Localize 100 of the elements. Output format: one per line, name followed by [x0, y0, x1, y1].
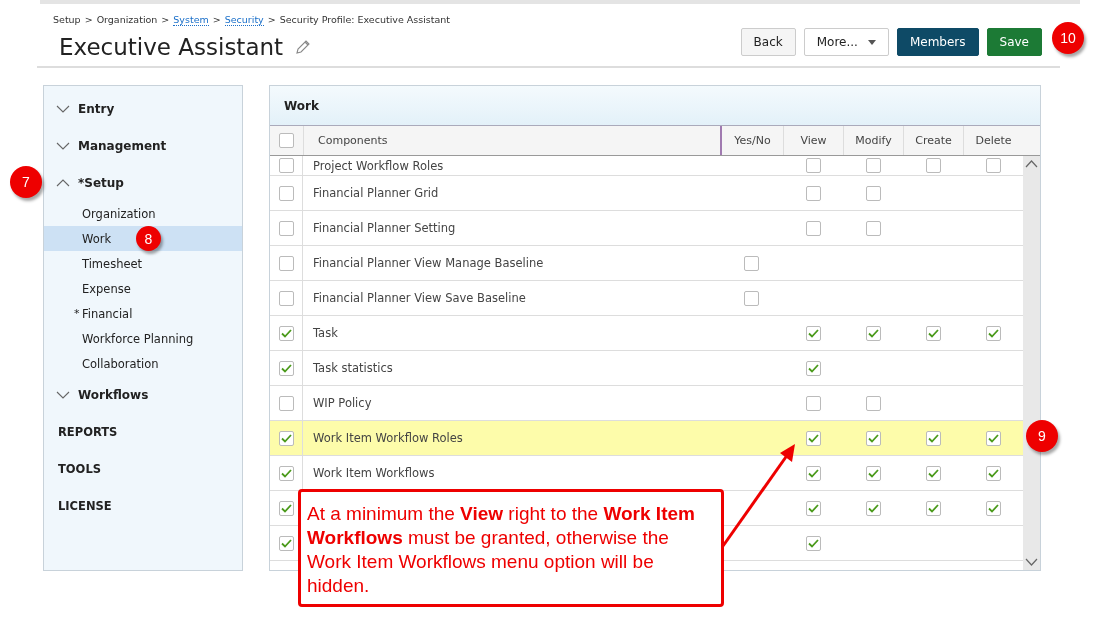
checkbox[interactable]: [985, 430, 1001, 446]
sidebar-item[interactable]: Work 8: [44, 226, 242, 251]
column-header: Create: [903, 126, 963, 155]
checkbox[interactable]: [865, 185, 881, 201]
checkbox[interactable]: [925, 430, 941, 446]
component-name: Work Item Workflows: [312, 465, 436, 482]
chevron-down-icon: [56, 104, 70, 113]
breadcrumb-separator: >: [161, 14, 170, 26]
checkbox[interactable]: [925, 325, 941, 341]
checkbox[interactable]: [805, 430, 821, 446]
checkbox[interactable]: [278, 325, 294, 341]
component-name: Financial Planner Setting: [312, 220, 457, 237]
checkbox[interactable]: [744, 255, 759, 271]
action-button[interactable]: Save: [986, 28, 1042, 56]
breadcrumb-text: Security Profile: Executive Assistant: [279, 14, 451, 26]
sidebar-group[interactable]: Management: [44, 127, 242, 164]
sidebar-item[interactable]: Timesheet: [44, 251, 242, 276]
checkbox[interactable]: [985, 500, 1001, 516]
step-badge: 10: [1052, 22, 1084, 54]
checkbox[interactable]: [865, 395, 881, 411]
breadcrumb-link[interactable]: System: [173, 14, 209, 26]
checkbox[interactable]: [805, 220, 821, 236]
chevron-down-icon: [56, 141, 70, 150]
checkbox[interactable]: [278, 290, 294, 306]
checkbox[interactable]: [278, 185, 294, 201]
component-name: Financial Planner View Save Baseline: [312, 290, 527, 307]
checkbox[interactable]: [805, 185, 821, 201]
checkbox[interactable]: [278, 535, 294, 551]
checkbox[interactable]: [278, 255, 294, 271]
component-name: Project Workflow Roles: [312, 157, 445, 175]
checkbox[interactable]: [865, 158, 881, 173]
pencil-icon[interactable]: [295, 39, 312, 55]
checkbox[interactable]: [985, 325, 1001, 341]
checkbox[interactable]: [805, 360, 821, 376]
component-name: Financial Planner Grid: [312, 185, 440, 202]
component-name: WIP Policy: [312, 395, 373, 412]
sidebar-group[interactable]: Workflows: [44, 376, 242, 413]
step-badge: 9: [1026, 420, 1058, 452]
sidebar-item[interactable]: Workforce Planning: [44, 326, 242, 351]
column-header: Delete: [963, 126, 1023, 155]
sidebar-item[interactable]: Organization: [44, 201, 242, 226]
breadcrumb-link[interactable]: Security: [224, 14, 264, 26]
column-header: Components: [303, 126, 720, 155]
checkbox[interactable]: [278, 430, 294, 446]
action-button[interactable]: Back: [740, 28, 796, 56]
checkbox[interactable]: [744, 290, 759, 306]
breadcrumb-separator: >: [267, 14, 276, 26]
callout-note: At a minimum the View right to the Work Item Workflows must be granted, otherwise the Work Item Workflows menu option will be hidden.: [298, 489, 724, 607]
component-name: Task statistics: [312, 360, 394, 377]
chevron-down-icon: [1025, 558, 1038, 566]
checkbox[interactable]: [805, 500, 821, 516]
breadcrumb-text: Organization: [96, 14, 158, 26]
checkbox[interactable]: [805, 535, 821, 551]
checkbox[interactable]: [985, 158, 1001, 173]
component-name: Financial Planner View Manage Baseline: [312, 255, 545, 272]
checkbox[interactable]: [278, 158, 294, 173]
breadcrumb-separator: >: [212, 14, 221, 26]
checkbox[interactable]: [279, 133, 294, 148]
chevron-up-icon: [1025, 160, 1038, 168]
sidebar-section[interactable]: REPORTS: [44, 413, 242, 450]
checkbox[interactable]: [865, 500, 881, 516]
checkbox[interactable]: [805, 395, 821, 411]
breadcrumb-separator: >: [84, 14, 93, 26]
checkbox[interactable]: [278, 220, 294, 236]
sidebar-item[interactable]: Expense: [44, 276, 242, 301]
step-badge: 8: [136, 226, 161, 251]
panel-title: Work: [284, 98, 319, 113]
checkbox[interactable]: [865, 325, 881, 341]
checkbox[interactable]: [278, 395, 294, 411]
dropdown-button[interactable]: More...: [803, 28, 889, 56]
checkbox[interactable]: [865, 465, 881, 481]
sidebar-group[interactable]: Entry: [44, 90, 242, 127]
component-name: Task: [312, 325, 339, 342]
sidebar-section[interactable]: TOOLS: [44, 450, 242, 487]
chevron-up-icon: [56, 178, 70, 187]
column-header: View: [783, 126, 843, 155]
sidebar-section[interactable]: LICENSE: [44, 487, 242, 524]
checkbox[interactable]: [925, 465, 941, 481]
checkbox[interactable]: [805, 465, 821, 481]
checkbox[interactable]: [278, 360, 294, 376]
sidebar-item[interactable]: * Financial: [44, 301, 242, 326]
sidebar-group[interactable]: *Setup: [44, 164, 242, 201]
step-badge: 7: [10, 166, 42, 198]
checkbox[interactable]: [278, 500, 294, 516]
action-button[interactable]: Members: [896, 28, 979, 56]
checkbox[interactable]: [985, 465, 1001, 481]
scrollbar[interactable]: [1023, 156, 1040, 570]
page-title: Executive Assistant: [59, 34, 284, 60]
checkbox[interactable]: [278, 465, 294, 481]
checkbox[interactable]: [925, 158, 941, 173]
checkbox[interactable]: [805, 158, 821, 173]
breadcrumb-text: Setup: [53, 14, 81, 26]
caret-icon: [867, 39, 876, 45]
checkbox[interactable]: [865, 430, 881, 446]
checkbox[interactable]: [865, 220, 881, 236]
sidebar-item[interactable]: Collaboration: [44, 351, 242, 376]
checkbox[interactable]: [925, 500, 941, 516]
chevron-down-icon: [56, 390, 70, 399]
component-name: Work Item Workflow Roles: [312, 430, 464, 447]
checkbox[interactable]: [805, 325, 821, 341]
